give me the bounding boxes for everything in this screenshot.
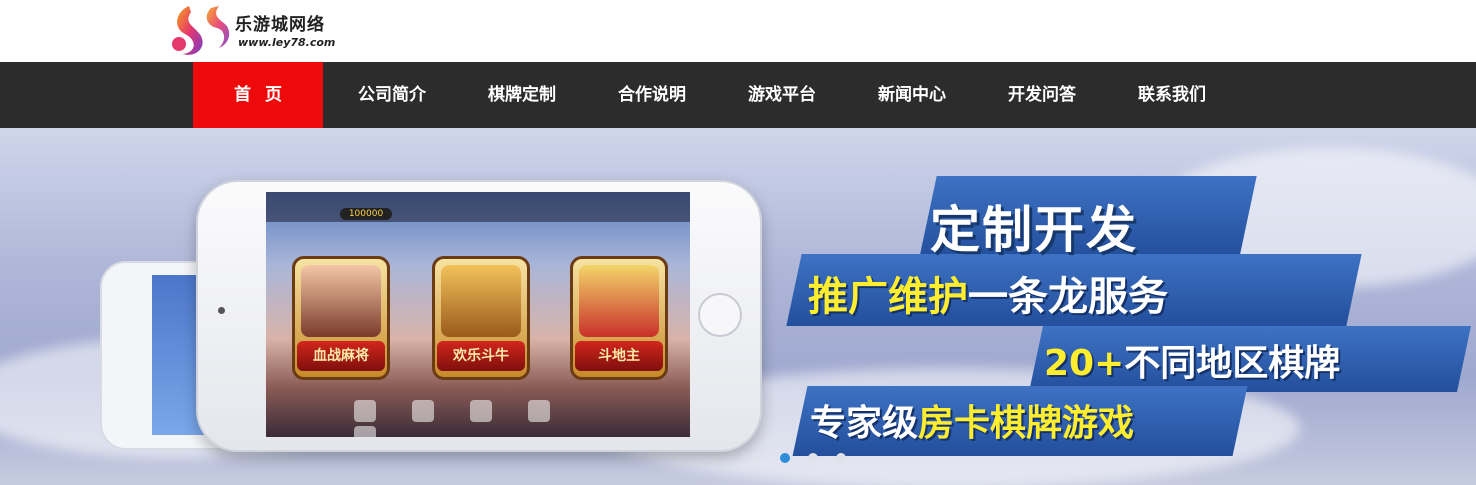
nav-item-cooperation[interactable]: 合作说明 xyxy=(587,62,717,128)
game-coins: 100000 xyxy=(340,208,392,220)
game-topbar xyxy=(266,192,690,222)
slogan-line-2-highlight: 推广维护 xyxy=(808,274,968,320)
logo-mark-icon xyxy=(172,6,230,55)
carousel-dot[interactable] xyxy=(808,453,818,463)
game-card-mahjong: 血战麻将 xyxy=(292,256,390,380)
site-logo[interactable]: 乐游城网络 www.ley78.com xyxy=(165,0,355,62)
slogan-line-4-text: 专家级 xyxy=(810,403,919,444)
game-title: 血战麻将 xyxy=(297,341,385,371)
game-card-doudizhu: 斗地主 xyxy=(570,256,668,380)
logo-url: www.ley78.com xyxy=(238,36,336,49)
logo-name: 乐游城网络 xyxy=(235,15,325,35)
game-art-mahjong xyxy=(301,265,381,337)
game-card-niuniu: 欢乐斗牛 xyxy=(432,256,530,380)
phone-home-button-icon xyxy=(698,293,742,337)
nav-item-company[interactable]: 公司简介 xyxy=(327,62,457,128)
carousel-dot[interactable] xyxy=(836,453,846,463)
game-art-niuniu xyxy=(441,265,521,337)
game-title: 欢乐斗牛 xyxy=(437,341,525,371)
site-header: 乐游城网络 www.ley78.com xyxy=(0,0,1476,62)
mahjong-tile-icon xyxy=(354,400,376,422)
main-nav: 首页 公司简介 棋牌定制 合作说明 游戏平台 新闻中心 开发问答 联系我们 xyxy=(0,62,1476,128)
phone-camera-icon xyxy=(218,307,225,314)
carousel-dot[interactable] xyxy=(752,453,762,463)
slogan-line-3: 20+不同地区棋牌 xyxy=(1044,334,1340,386)
nav-item-platform[interactable]: 游戏平台 xyxy=(717,62,847,128)
phone-illustration: 100000 血战麻将 欢乐斗牛 斗地主 xyxy=(196,180,762,452)
game-art-doudizhu xyxy=(579,265,659,337)
nav-item-contact[interactable]: 联系我们 xyxy=(1107,62,1237,128)
game-title: 斗地主 xyxy=(575,341,663,371)
carousel-dot-active[interactable] xyxy=(780,453,790,463)
nav-item-custom[interactable]: 棋牌定制 xyxy=(457,62,587,128)
slogan-line-4-highlight: 房卡棋牌游戏 xyxy=(918,403,1135,444)
slogan-line-1: 定制开发 xyxy=(930,201,1138,259)
hero-banner[interactable]: 100000 血战麻将 欢乐斗牛 斗地主 定制开发 推广维护一条龙服务 20+不… xyxy=(0,128,1476,485)
carousel-dots xyxy=(752,448,864,463)
slogan-line-2-text: 一条龙服务 xyxy=(968,274,1168,320)
slogan-line-2: 推广维护一条龙服务 xyxy=(808,264,1168,322)
slogan-line-3-highlight: 20+ xyxy=(1044,343,1125,384)
slogan-line-3-text: 不同地区棋牌 xyxy=(1124,343,1341,384)
game-bottom-icons xyxy=(336,400,616,437)
game-screen: 100000 血战麻将 欢乐斗牛 斗地主 xyxy=(266,192,690,437)
settings-icon xyxy=(528,400,550,422)
nav-item-faq[interactable]: 开发问答 xyxy=(977,62,1107,128)
nav-item-home[interactable]: 首页 xyxy=(193,62,323,128)
game-menu-icon xyxy=(354,426,376,437)
nav-item-news[interactable]: 新闻中心 xyxy=(847,62,977,128)
slogan-line-4: 专家级房卡棋牌游戏 xyxy=(810,394,1134,446)
cart-icon xyxy=(412,400,434,422)
share-icon xyxy=(470,400,492,422)
